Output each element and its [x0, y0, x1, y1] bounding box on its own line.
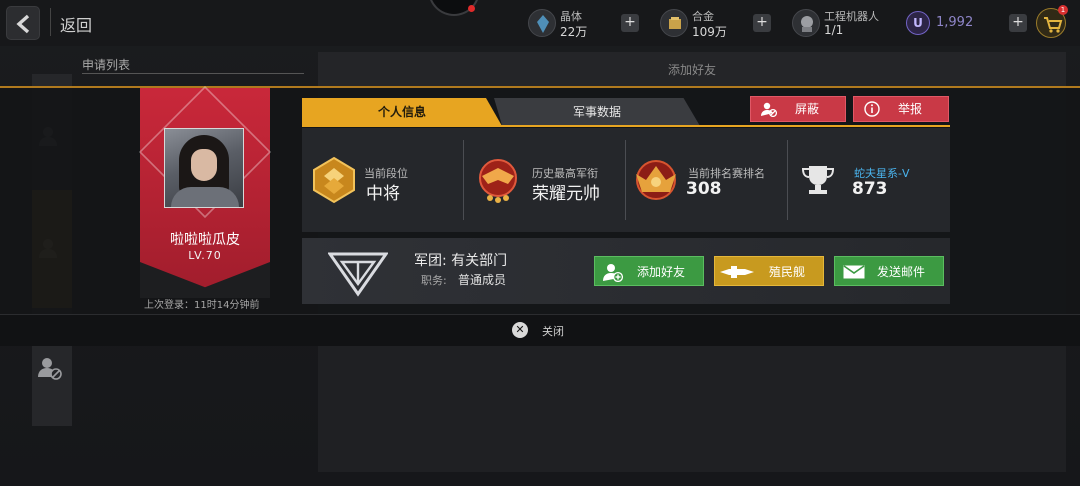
add-user-icon [603, 264, 623, 282]
trophy-icon [801, 166, 835, 194]
list-header-underline [82, 73, 304, 74]
stat-galaxy: 蛇夫星系-V 873 [788, 128, 950, 232]
legion-role-label: 职务: [421, 274, 447, 287]
report-button[interactable]: 举报 [853, 96, 949, 122]
block-label: 屏蔽 [795, 102, 820, 116]
avatar [164, 128, 244, 208]
u-coin-icon: U [906, 11, 930, 35]
robot-label: 工程机器人 [824, 10, 879, 23]
send-mail-label: 发送邮件 [877, 265, 926, 279]
back-label[interactable]: 返回 [60, 12, 92, 36]
ranking-badge-icon [636, 160, 676, 200]
robot-icon [792, 9, 820, 37]
close-bar[interactable] [0, 314, 1080, 346]
stat-current-rank: 当前段位 中将 [302, 128, 462, 232]
stat-highest-rank: 历史最高军衔 荣耀元帅 [464, 128, 624, 232]
block-user-icon [761, 102, 777, 117]
legion-role: 普通成员 [458, 273, 507, 287]
topbar-divider [50, 8, 51, 36]
stat-value: 荣耀元帅 [532, 184, 600, 204]
block-button[interactable]: 屏蔽 [750, 96, 846, 122]
add-u-coin-button[interactable]: + [1009, 14, 1027, 32]
legion-emblem-icon [328, 252, 388, 297]
add-friend-label: 添加好友 [637, 265, 686, 279]
alloy-icon [660, 9, 688, 37]
mail-icon [843, 265, 865, 279]
add-crystal-button[interactable]: + [621, 14, 639, 32]
radar-dial-icon[interactable] [428, 0, 480, 16]
tab-personal-info[interactable]: 个人信息 [302, 98, 502, 126]
stat-value: 873 [852, 179, 888, 199]
add-alloy-button[interactable]: + [753, 14, 771, 32]
robot-value: 1/1 [824, 23, 844, 37]
resource-crystal: 晶体 22万 [528, 6, 614, 40]
crystal-icon [528, 9, 556, 37]
close-icon: ✕ [512, 322, 528, 338]
chevron-left-icon [16, 14, 30, 34]
ship-icon [720, 266, 754, 278]
stat-value: 中将 [366, 184, 400, 204]
stat-value: 308 [686, 179, 722, 199]
application-list-header: 申请列表 [82, 58, 131, 72]
player-level: LV.70 [188, 249, 222, 262]
game-screen: 申请列表 添加好友 返回 晶体 22万 + 合金 109万 + 工程机器人 1/… [0, 0, 1080, 486]
add-friend-header: 添加好友 [318, 52, 1066, 86]
crystal-label: 晶体 [560, 10, 582, 23]
legion-name[interactable]: 军团: 有关部门 [414, 250, 507, 270]
stat-ranking: 当前排名赛排名 308 [626, 128, 786, 232]
info-icon [864, 101, 880, 117]
tab-underline [302, 125, 950, 127]
player-name: 啦啦啦瓜皮 [170, 232, 240, 248]
u-coin-value: 1,992 [936, 15, 974, 30]
resource-alloy: 合金 109万 [660, 6, 746, 40]
resource-robot: 工程机器人 1/1 [792, 6, 892, 40]
colony-ship-label: 殖民舰 [769, 265, 806, 279]
last-login-text: 上次登录：11时14分钟前 [144, 300, 260, 311]
top-bar: 返回 晶体 22万 + 合金 109万 + 工程机器人 1/1 U 1,992 [0, 0, 1080, 46]
back-button[interactable] [6, 6, 40, 40]
send-mail-button[interactable]: 发送邮件 [834, 256, 944, 286]
report-label: 举报 [898, 102, 923, 116]
blocked-users-icon[interactable] [38, 356, 62, 380]
alloy-value: 109万 [692, 25, 727, 39]
alloy-label: 合金 [692, 10, 714, 23]
tab-military-data[interactable]: 军事数据 [494, 98, 700, 126]
close-label: 关闭 [542, 325, 564, 338]
colony-ship-button[interactable]: 殖民舰 [714, 256, 824, 286]
rank-badge-icon [313, 156, 355, 204]
cart-badge: 1 [1058, 5, 1068, 15]
add-friend-button[interactable]: 添加好友 [594, 256, 704, 286]
marshal-badge-icon [479, 159, 517, 203]
crystal-value: 22万 [560, 25, 588, 39]
